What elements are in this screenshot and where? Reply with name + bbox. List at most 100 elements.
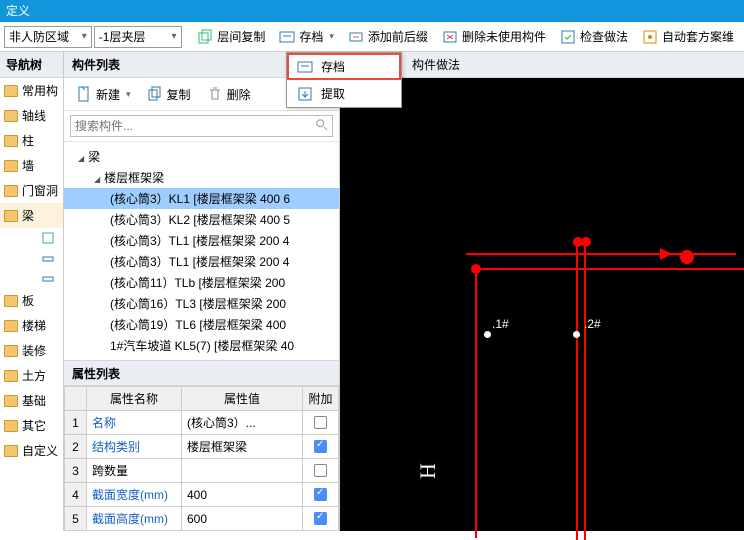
- nav-label: 土方: [22, 367, 46, 384]
- tree-item[interactable]: 1#汽车坡道 KL5(7) [楼层框架梁 40: [64, 335, 339, 356]
- auto-plan-button[interactable]: 自动套方案维: [636, 25, 740, 49]
- archive-icon: [297, 59, 313, 75]
- folder-icon: [4, 135, 18, 147]
- trash-icon: [207, 86, 223, 102]
- nav-item[interactable]: 常用构: [0, 78, 63, 103]
- nav-label: 常用构: [22, 82, 58, 99]
- nav-item[interactable]: 梁: [0, 203, 63, 228]
- col-ext: 附加: [303, 387, 339, 411]
- nav-subicon[interactable]: [0, 228, 63, 248]
- folder-icon: [4, 210, 18, 222]
- property-row[interactable]: 5截面高度(mm)600: [65, 507, 339, 531]
- nav-item[interactable]: 门窗洞: [0, 178, 63, 203]
- tree-item[interactable]: (核心筒3）KL1 [楼层框架梁 400 6: [64, 188, 339, 209]
- tab-method[interactable]: 构件做法: [396, 52, 476, 77]
- nav-label: 轴线: [22, 107, 46, 124]
- chevron-down-icon: ▾: [126, 89, 131, 100]
- folder-icon: [4, 395, 18, 407]
- folder-icon: [4, 445, 18, 457]
- copy-icon: [197, 29, 213, 45]
- right-panel: 意图 构件做法 .1# .2# H: [340, 52, 744, 531]
- property-row[interactable]: 1名称(核心筒3）...: [65, 411, 339, 435]
- window-titlebar: 定义: [0, 0, 744, 22]
- search-input[interactable]: [70, 115, 333, 137]
- col-name: 属性名称: [87, 387, 182, 411]
- region-value: 非人防区域: [9, 28, 69, 45]
- prop-value[interactable]: 600: [182, 507, 303, 531]
- nav-item[interactable]: 自定义: [0, 438, 63, 463]
- prop-name: 跨数量: [87, 459, 182, 483]
- property-row[interactable]: 4截面宽度(mm)400: [65, 483, 339, 507]
- tree-item[interactable]: (核心筒3）KL2 [楼层框架梁 400 5: [64, 209, 339, 230]
- nav-item[interactable]: 其它: [0, 413, 63, 438]
- tree-item[interactable]: (核心筒3）TL1 [楼层框架梁 200 4: [64, 230, 339, 251]
- copy-icon: [147, 86, 163, 102]
- delete-unused-button[interactable]: 删除未使用构件: [436, 25, 552, 49]
- nav-item[interactable]: 柱: [0, 128, 63, 153]
- nav-subicon[interactable]: [0, 248, 63, 268]
- nav-item[interactable]: 基础: [0, 388, 63, 413]
- component-panel: 构件列表 新建▾ 复制 删除 梁 楼层框架梁 (核心筒3）KL1 [楼层框架梁 …: [64, 52, 340, 531]
- prefix-suffix-button[interactable]: 添加前后缀: [342, 25, 434, 49]
- nav-item[interactable]: 墙: [0, 153, 63, 178]
- folder-icon: [4, 85, 18, 97]
- component-tree[interactable]: 梁 楼层框架梁 (核心筒3）KL1 [楼层框架梁 400 6(核心筒3）KL2 …: [64, 142, 339, 360]
- delete-button[interactable]: 删除: [201, 82, 257, 106]
- nav-label: 基础: [22, 392, 46, 409]
- prop-value[interactable]: [182, 459, 303, 483]
- prop-check[interactable]: [303, 483, 339, 507]
- prop-value[interactable]: 楼层框架梁: [182, 435, 303, 459]
- property-row[interactable]: 3跨数量: [65, 459, 339, 483]
- tag-icon: [348, 29, 364, 45]
- label-2: .2#: [584, 308, 601, 334]
- prop-check[interactable]: [303, 435, 339, 459]
- nav-label: 墙: [22, 157, 34, 174]
- main-toolbar: 非人防区域 -1层夹层 层间复制 存档▾ 添加前后缀 删除未使用构件 检查做法 …: [0, 22, 744, 52]
- nav-item[interactable]: 土方: [0, 363, 63, 388]
- new-button[interactable]: 新建▾: [70, 82, 137, 106]
- nav-title: 导航树: [0, 52, 63, 78]
- nav-item[interactable]: 轴线: [0, 103, 63, 128]
- property-table: 属性名称属性值附加 1名称(核心筒3）...2结构类别楼层框架梁3跨数量4截面宽…: [64, 386, 339, 531]
- tree-item[interactable]: (核心筒11）TLb [楼层框架梁 200: [64, 272, 339, 293]
- delete-icon: [442, 29, 458, 45]
- nav-subicon[interactable]: [0, 268, 63, 288]
- new-icon: [76, 86, 92, 102]
- tree-l2[interactable]: 楼层框架梁: [64, 167, 339, 188]
- menu-extract[interactable]: 提取: [287, 80, 401, 107]
- copy-button[interactable]: 复制: [141, 82, 197, 106]
- extract-icon: [297, 86, 313, 102]
- layer-copy-button[interactable]: 层间复制: [191, 25, 271, 49]
- nav-label: 梁: [22, 207, 34, 224]
- region-select[interactable]: 非人防区域: [4, 26, 92, 48]
- nav-label: 楼梯: [22, 317, 46, 334]
- nav-label: 自定义: [22, 442, 58, 459]
- archive-icon: [279, 29, 295, 45]
- prop-name: 截面宽度(mm): [87, 483, 182, 507]
- prop-value[interactable]: 400: [182, 483, 303, 507]
- nav-item[interactable]: 装修: [0, 338, 63, 363]
- prop-name: 截面高度(mm): [87, 507, 182, 531]
- floor-select[interactable]: -1层夹层: [94, 26, 182, 48]
- check-button[interactable]: 检查做法: [554, 25, 634, 49]
- tree-root[interactable]: 梁: [64, 146, 339, 167]
- menu-archive[interactable]: 存档: [287, 53, 401, 80]
- col-val: 属性值: [182, 387, 303, 411]
- folder-icon: [4, 420, 18, 432]
- nav-item[interactable]: 楼梯: [0, 313, 63, 338]
- chevron-down-icon: ▾: [329, 31, 334, 42]
- archive-button[interactable]: 存档▾: [273, 25, 340, 49]
- prop-check[interactable]: [303, 411, 339, 435]
- nav-item[interactable]: 板: [0, 288, 63, 313]
- folder-icon: [4, 160, 18, 172]
- drawing-viewer[interactable]: .1# .2# H: [340, 78, 744, 531]
- prop-value[interactable]: (核心筒3）...: [182, 411, 303, 435]
- prop-check[interactable]: [303, 459, 339, 483]
- nav-tree-panel: 导航树 常用构轴线柱墙门窗洞梁板楼梯装修土方基础其它自定义: [0, 52, 64, 531]
- tree-item[interactable]: (核心筒19）TL6 [楼层框架梁 400: [64, 314, 339, 335]
- tree-item[interactable]: (核心筒3）TL1 [楼层框架梁 200 4: [64, 251, 339, 272]
- property-row[interactable]: 2结构类别楼层框架梁: [65, 435, 339, 459]
- tree-item[interactable]: (核心筒16）TL3 [楼层框架梁 200: [64, 293, 339, 314]
- search-icon[interactable]: [315, 118, 329, 132]
- prop-check[interactable]: [303, 507, 339, 531]
